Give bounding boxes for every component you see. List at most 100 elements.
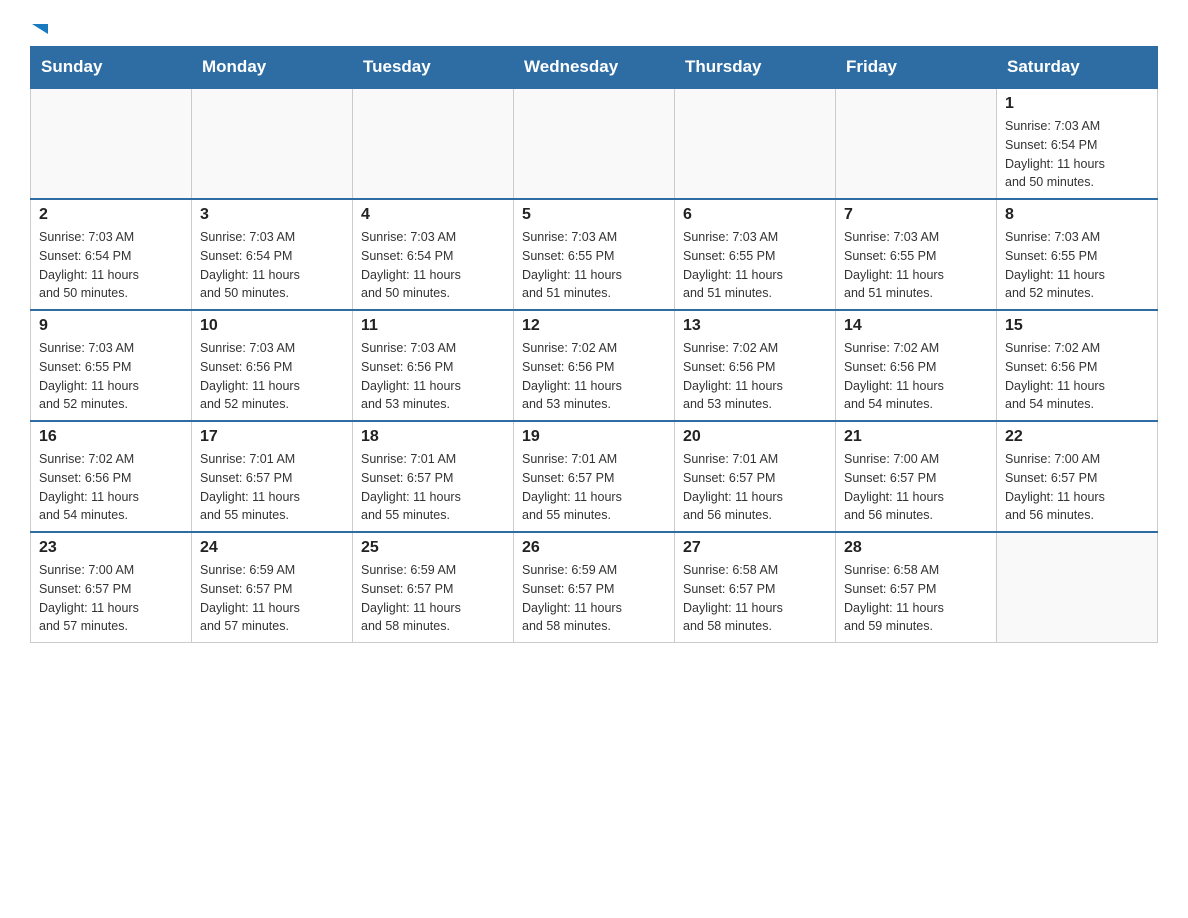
day-info: Sunrise: 7:02 AMSunset: 6:56 PMDaylight:… (522, 339, 666, 414)
calendar-cell: 9 Sunrise: 7:03 AMSunset: 6:55 PMDaylight… (31, 310, 192, 421)
calendar-cell: 19 Sunrise: 7:01 AMSunset: 6:57 PMDayligh… (514, 421, 675, 532)
calendar-cell: 13 Sunrise: 7:02 AMSunset: 6:56 PMDayligh… (675, 310, 836, 421)
day-number: 26 (522, 539, 666, 557)
weekday-header-tuesday: Tuesday (353, 47, 514, 89)
day-info: Sunrise: 7:03 AMSunset: 6:56 PMDaylight:… (200, 339, 344, 414)
day-info: Sunrise: 7:02 AMSunset: 6:56 PMDaylight:… (844, 339, 988, 414)
day-number: 20 (683, 428, 827, 446)
calendar-week-row: 23 Sunrise: 7:00 AMSunset: 6:57 PMDayligh… (31, 532, 1158, 643)
weekday-header-row: SundayMondayTuesdayWednesdayThursdayFrid… (31, 47, 1158, 89)
calendar-cell: 11 Sunrise: 7:03 AMSunset: 6:56 PMDayligh… (353, 310, 514, 421)
calendar-table: SundayMondayTuesdayWednesdayThursdayFrid… (30, 46, 1158, 643)
calendar-cell: 5 Sunrise: 7:03 AMSunset: 6:55 PMDaylight… (514, 199, 675, 310)
day-info: Sunrise: 6:58 AMSunset: 6:57 PMDaylight:… (683, 561, 827, 636)
logo-arrow-icon (32, 20, 54, 42)
day-number: 16 (39, 428, 183, 446)
calendar-cell (997, 532, 1158, 643)
day-number: 3 (200, 206, 344, 224)
calendar-cell: 23 Sunrise: 7:00 AMSunset: 6:57 PMDayligh… (31, 532, 192, 643)
day-number: 15 (1005, 317, 1149, 335)
calendar-cell: 12 Sunrise: 7:02 AMSunset: 6:56 PMDayligh… (514, 310, 675, 421)
day-number: 7 (844, 206, 988, 224)
day-info: Sunrise: 7:03 AMSunset: 6:55 PMDaylight:… (1005, 228, 1149, 303)
calendar-cell: 21 Sunrise: 7:00 AMSunset: 6:57 PMDayligh… (836, 421, 997, 532)
day-info: Sunrise: 7:03 AMSunset: 6:54 PMDaylight:… (39, 228, 183, 303)
weekday-header-wednesday: Wednesday (514, 47, 675, 89)
day-info: Sunrise: 7:00 AMSunset: 6:57 PMDaylight:… (844, 450, 988, 525)
page-header (30, 20, 1158, 36)
calendar-cell: 4 Sunrise: 7:03 AMSunset: 6:54 PMDaylight… (353, 199, 514, 310)
day-number: 5 (522, 206, 666, 224)
calendar-cell: 6 Sunrise: 7:03 AMSunset: 6:55 PMDaylight… (675, 199, 836, 310)
day-info: Sunrise: 7:03 AMSunset: 6:54 PMDaylight:… (361, 228, 505, 303)
day-info: Sunrise: 7:00 AMSunset: 6:57 PMDaylight:… (39, 561, 183, 636)
calendar-cell: 20 Sunrise: 7:01 AMSunset: 6:57 PMDayligh… (675, 421, 836, 532)
day-info: Sunrise: 6:59 AMSunset: 6:57 PMDaylight:… (200, 561, 344, 636)
calendar-cell (353, 88, 514, 199)
weekday-header-sunday: Sunday (31, 47, 192, 89)
calendar-cell: 15 Sunrise: 7:02 AMSunset: 6:56 PMDayligh… (997, 310, 1158, 421)
day-info: Sunrise: 6:59 AMSunset: 6:57 PMDaylight:… (522, 561, 666, 636)
calendar-cell: 17 Sunrise: 7:01 AMSunset: 6:57 PMDayligh… (192, 421, 353, 532)
day-number: 27 (683, 539, 827, 557)
day-info: Sunrise: 7:01 AMSunset: 6:57 PMDaylight:… (200, 450, 344, 525)
day-info: Sunrise: 7:03 AMSunset: 6:55 PMDaylight:… (683, 228, 827, 303)
day-number: 9 (39, 317, 183, 335)
calendar-cell: 16 Sunrise: 7:02 AMSunset: 6:56 PMDayligh… (31, 421, 192, 532)
day-number: 13 (683, 317, 827, 335)
day-number: 11 (361, 317, 505, 335)
day-number: 2 (39, 206, 183, 224)
calendar-cell: 14 Sunrise: 7:02 AMSunset: 6:56 PMDayligh… (836, 310, 997, 421)
day-number: 21 (844, 428, 988, 446)
day-info: Sunrise: 7:02 AMSunset: 6:56 PMDaylight:… (683, 339, 827, 414)
day-info: Sunrise: 7:03 AMSunset: 6:55 PMDaylight:… (844, 228, 988, 303)
weekday-header-monday: Monday (192, 47, 353, 89)
calendar-cell: 7 Sunrise: 7:03 AMSunset: 6:55 PMDaylight… (836, 199, 997, 310)
day-info: Sunrise: 7:03 AMSunset: 6:54 PMDaylight:… (1005, 117, 1149, 192)
day-info: Sunrise: 7:01 AMSunset: 6:57 PMDaylight:… (522, 450, 666, 525)
day-info: Sunrise: 7:03 AMSunset: 6:54 PMDaylight:… (200, 228, 344, 303)
calendar-cell (836, 88, 997, 199)
day-number: 12 (522, 317, 666, 335)
weekday-header-friday: Friday (836, 47, 997, 89)
day-info: Sunrise: 7:03 AMSunset: 6:56 PMDaylight:… (361, 339, 505, 414)
day-number: 6 (683, 206, 827, 224)
day-number: 1 (1005, 95, 1149, 113)
calendar-cell: 24 Sunrise: 6:59 AMSunset: 6:57 PMDayligh… (192, 532, 353, 643)
calendar-cell: 28 Sunrise: 6:58 AMSunset: 6:57 PMDayligh… (836, 532, 997, 643)
day-number: 17 (200, 428, 344, 446)
day-number: 14 (844, 317, 988, 335)
day-info: Sunrise: 7:03 AMSunset: 6:55 PMDaylight:… (522, 228, 666, 303)
day-number: 24 (200, 539, 344, 557)
day-info: Sunrise: 7:02 AMSunset: 6:56 PMDaylight:… (39, 450, 183, 525)
calendar-cell: 1 Sunrise: 7:03 AMSunset: 6:54 PMDaylight… (997, 88, 1158, 199)
calendar-cell: 27 Sunrise: 6:58 AMSunset: 6:57 PMDayligh… (675, 532, 836, 643)
day-number: 19 (522, 428, 666, 446)
calendar-cell: 26 Sunrise: 6:59 AMSunset: 6:57 PMDayligh… (514, 532, 675, 643)
day-number: 25 (361, 539, 505, 557)
logo (30, 20, 54, 36)
day-info: Sunrise: 7:00 AMSunset: 6:57 PMDaylight:… (1005, 450, 1149, 525)
day-number: 4 (361, 206, 505, 224)
calendar-cell: 18Sunrise: 7:01 AMSunset: 6:57 PMDayligh… (353, 421, 514, 532)
day-number: 22 (1005, 428, 1149, 446)
day-number: 10 (200, 317, 344, 335)
calendar-cell: 8 Sunrise: 7:03 AMSunset: 6:55 PMDaylight… (997, 199, 1158, 310)
calendar-cell (675, 88, 836, 199)
day-info: Sunrise: 7:01 AMSunset: 6:57 PMDaylight:… (683, 450, 827, 525)
day-number: 23 (39, 539, 183, 557)
day-number: 8 (1005, 206, 1149, 224)
day-info: Sunrise: 6:58 AMSunset: 6:57 PMDaylight:… (844, 561, 988, 636)
calendar-cell: 2 Sunrise: 7:03 AMSunset: 6:54 PMDaylight… (31, 199, 192, 310)
calendar-week-row: 16 Sunrise: 7:02 AMSunset: 6:56 PMDayligh… (31, 421, 1158, 532)
weekday-header-thursday: Thursday (675, 47, 836, 89)
calendar-cell (192, 88, 353, 199)
day-info: Sunrise: 7:03 AMSunset: 6:55 PMDaylight:… (39, 339, 183, 414)
calendar-cell: 25Sunrise: 6:59 AMSunset: 6:57 PMDayligh… (353, 532, 514, 643)
day-number: 18 (361, 428, 505, 446)
calendar-week-row: 2 Sunrise: 7:03 AMSunset: 6:54 PMDaylight… (31, 199, 1158, 310)
calendar-cell (514, 88, 675, 199)
day-number: 28 (844, 539, 988, 557)
day-info: Sunrise: 7:02 AMSunset: 6:56 PMDaylight:… (1005, 339, 1149, 414)
calendar-week-row: 9 Sunrise: 7:03 AMSunset: 6:55 PMDaylight… (31, 310, 1158, 421)
